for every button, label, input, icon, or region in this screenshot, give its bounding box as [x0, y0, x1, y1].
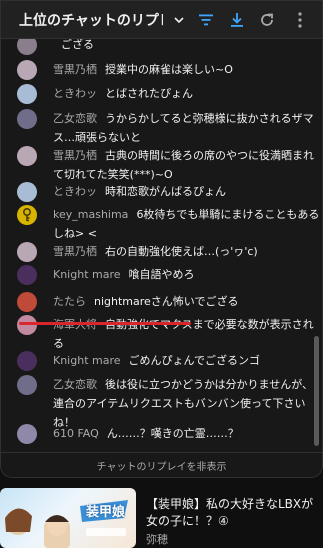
chat-message: 雪黒乃栖 授業中の麻雀は楽しい~O [17, 60, 321, 80]
avatar [17, 109, 37, 129]
avatar [17, 205, 37, 225]
message-text: 喰自語やめろ [128, 268, 195, 281]
message-author[interactable]: 雪黒乃栖 [53, 245, 97, 258]
more-options-icon[interactable] [290, 10, 310, 30]
avatar [17, 146, 37, 166]
chat-message: 610 FAQ ん……？嘆きの亡霊……？ [17, 424, 321, 444]
recommended-video[interactable]: 装甲娘 【装甲娘】私の大好きなLBXが女の子に！？④ 弥穂 [0, 488, 323, 548]
download-icon[interactable] [227, 10, 247, 30]
message-author[interactable]: 雪黒乃栖 [53, 149, 97, 162]
message-author[interactable]: 610 FAQ [53, 427, 99, 440]
message-author[interactable]: 乙女恋歌 [53, 112, 97, 125]
message-text: 右の自動強化使えば…(っ'ヮ'c) [105, 245, 258, 258]
message-text: ござる [61, 39, 94, 51]
message-text: 授業中の麻雀は楽しい~O [105, 63, 233, 76]
hide-chat-replay-button[interactable]: チャットのリプレイを非表示 [1, 452, 322, 477]
message-author[interactable]: key_mashima [53, 208, 128, 221]
chat-scrollbar[interactable] [314, 336, 319, 446]
chat-message: 海軍大将自動強化でマクスまで必要な数が表示される [17, 315, 321, 353]
message-author[interactable]: 乙女恋歌 [53, 378, 97, 391]
chat-message: key_mashima 6枚待ちでも単騎にまけることもあるしね> < [17, 205, 321, 243]
chat-message: ござる [17, 39, 321, 55]
highlight-underline [19, 322, 191, 325]
avatar [17, 351, 37, 371]
chat-message: Knight mare ごめんぴょんでござるンゴ [17, 351, 321, 371]
chat-mode-title[interactable]: 上位のチャットのリプレ [19, 10, 163, 30]
chat-message: ときわッ とばされたぴょん [17, 84, 321, 104]
chat-message: ときわッ 時和恋歌がんばるぴょん [17, 182, 321, 202]
avatar [17, 375, 37, 395]
avatar [17, 60, 37, 80]
avatar [17, 292, 37, 312]
channel-name[interactable]: 弥穂 [146, 531, 168, 547]
chevron-down-icon[interactable] [171, 12, 187, 28]
thumbnail-logo-text: 装甲娘 [86, 505, 126, 520]
chat-message: 乙女恋歌 うからかしてると弥穂様に抜かされるザマス…頑張らないと [17, 109, 321, 147]
video-title[interactable]: 【装甲娘】私の大好きなLBXが女の子に！？④ [146, 496, 318, 530]
chat-header: 上位のチャットのリプレ [1, 1, 322, 39]
avatar [17, 182, 37, 202]
chat-message: Knight mare 喰自語やめろ [17, 265, 321, 285]
message-text: ごめんぴょんでござるンゴ [128, 354, 260, 367]
chat-message-list[interactable]: ござる 雪黒乃栖 授業中の麻雀は楽しい~O ときわッ とばされたぴょん 乙女恋歌 うか… [1, 39, 322, 451]
message-text: とばされたぴょん [105, 87, 193, 100]
message-text: nightmareさん怖いでござる [94, 295, 239, 308]
message-author[interactable]: Knight mare [53, 268, 121, 281]
avatar [17, 315, 37, 335]
avatar [17, 265, 37, 285]
video-thumbnail[interactable]: 装甲娘 [0, 488, 136, 548]
avatar [17, 424, 37, 444]
avatar [17, 84, 37, 104]
message-author[interactable]: Knight mare [53, 354, 121, 367]
chat-message: 雪黒乃栖 古典の時間に後ろの席のやつに役満晒まれて切れてた笑笑(***)~O [17, 146, 321, 184]
refresh-icon[interactable] [257, 10, 277, 30]
filter-icon[interactable] [196, 10, 216, 30]
chat-message: たたら nightmareさん怖いでござる [17, 292, 321, 312]
message-text: ん……？嘆きの亡霊……？ [106, 427, 239, 440]
message-author[interactable]: 雪黒乃栖 [53, 63, 97, 76]
message-author[interactable]: ときわッ [53, 87, 97, 100]
message-text: 時和恋歌がんばるぴょん [105, 185, 226, 198]
avatar [17, 39, 37, 55]
message-author[interactable]: ときわッ [53, 185, 97, 198]
chat-message: 雪黒乃栖 右の自動強化使えば…(っ'ヮ'c) [17, 242, 321, 262]
message-author[interactable]: たたら [53, 295, 86, 308]
avatar [17, 242, 37, 262]
key-icon [23, 207, 32, 222]
chat-panel: 上位のチャットのリプレ ござる 雪黒乃栖 授業中の麻雀は楽しい~O ときわッ とばさ… [0, 0, 323, 478]
